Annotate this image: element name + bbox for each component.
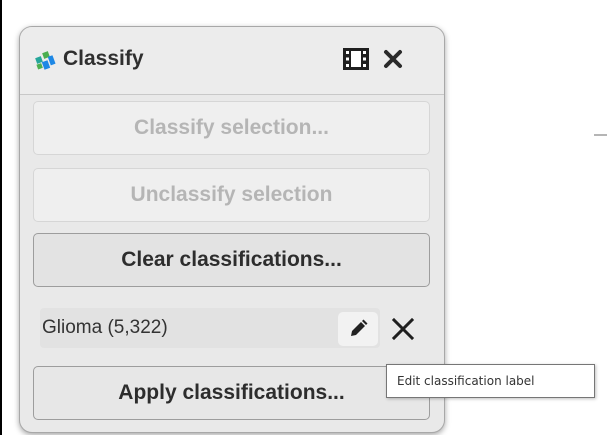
classify-logo-icon xyxy=(34,49,56,71)
unclassify-selection-button[interactable]: Unclassify selection xyxy=(33,168,430,222)
clear-classifications-button[interactable]: Clear classifications... xyxy=(33,233,430,287)
tooltip: Edit classification label xyxy=(386,364,595,398)
close-icon[interactable] xyxy=(381,47,405,71)
page: Classify Classify selection... Unclassif… xyxy=(0,0,607,435)
pencil-icon[interactable] xyxy=(338,312,378,346)
panel-title: Classify xyxy=(63,47,144,70)
classify-panel: Classify Classify selection... Unclassif… xyxy=(19,26,445,433)
background-line xyxy=(594,134,607,136)
apply-classifications-button[interactable]: Apply classifications... xyxy=(33,366,430,420)
classify-selection-button[interactable]: Classify selection... xyxy=(33,101,430,155)
x-icon[interactable] xyxy=(386,312,420,346)
panel-header[interactable]: Classify xyxy=(20,27,444,95)
classification-label: Glioma (5,322) xyxy=(40,308,380,348)
classification-item: Glioma (5,322) xyxy=(40,308,430,348)
undock-panel-icon[interactable] xyxy=(342,47,370,71)
